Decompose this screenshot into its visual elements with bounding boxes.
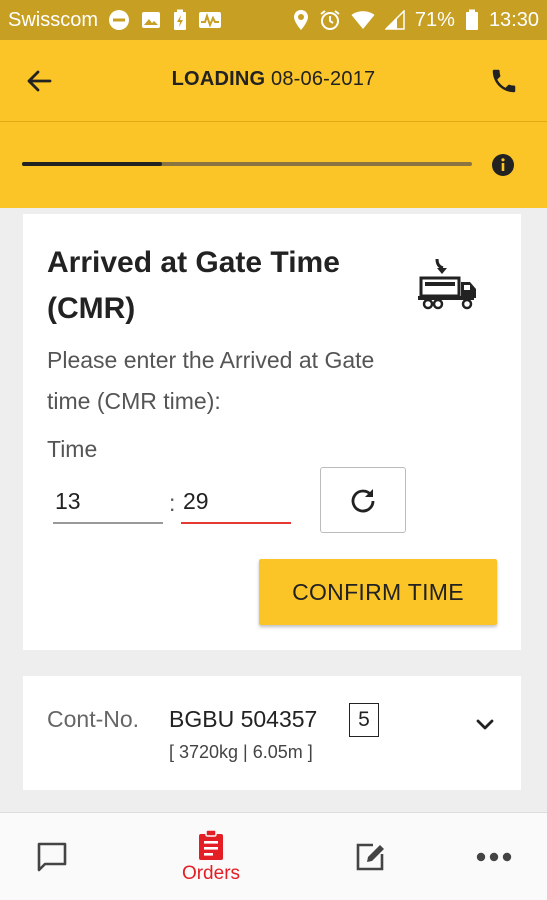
do-not-disturb-icon (108, 9, 130, 31)
carrier-name: Swisscom (8, 8, 99, 31)
expand-button[interactable] (471, 710, 499, 738)
minute-input[interactable]: 29 (181, 484, 291, 524)
signal-icon (384, 10, 405, 30)
container-details: [ 3720kg | 6.05m ] (169, 742, 313, 762)
wifi-icon (351, 10, 375, 30)
image-icon (140, 9, 162, 31)
battery-charging-icon (172, 9, 188, 31)
title-stage: LOADING (171, 68, 266, 90)
container-count-badge: 5 (349, 703, 379, 737)
card-description: Please enter the Arrived at Gate time (C… (47, 347, 375, 414)
nav-messages[interactable] (20, 813, 84, 900)
progress-bar (22, 162, 472, 166)
container-label: Cont-No. (47, 706, 140, 732)
nav-more[interactable] (462, 813, 526, 900)
call-button[interactable] (487, 64, 521, 98)
phone-icon (492, 69, 516, 93)
page-title: LOADING 08-06-2017 (0, 68, 547, 91)
time-separator: : (169, 490, 176, 516)
info-icon (492, 154, 514, 176)
clock: 13:30 (488, 8, 539, 31)
battery-percent: 71% (414, 8, 455, 31)
card-title: Arrived at Gate Time (CMR) (47, 246, 340, 325)
clipboard-icon (199, 829, 223, 860)
container-card[interactable]: Cont-No. BGBU 504357 5 [ 3720kg | 6.05m … (23, 676, 521, 790)
location-icon (293, 9, 309, 31)
status-bar: Swisscom 71% 13:30 (0, 0, 547, 40)
progress-bar-fill (22, 162, 162, 166)
hour-input[interactable]: 13 (53, 484, 163, 524)
refresh-time-button[interactable] (320, 467, 406, 533)
app-bar: LOADING 08-06-2017 (0, 40, 547, 122)
battery-icon (465, 9, 479, 31)
more-horizontal-icon (476, 852, 512, 862)
confirm-time-button[interactable]: CONFIRM TIME (259, 559, 497, 625)
refresh-icon (351, 489, 375, 513)
nav-edit[interactable] (338, 813, 402, 900)
edit-icon (356, 843, 384, 871)
info-button[interactable] (490, 152, 516, 178)
activity-icon (198, 9, 222, 31)
time-label: Time (47, 436, 98, 462)
container-number: BGBU 504357 (169, 706, 318, 732)
alarm-icon (319, 9, 341, 31)
bottom-navigation: Orders (0, 812, 547, 900)
truck-unload-icon (415, 256, 481, 316)
chevron-down-icon (476, 719, 494, 730)
gate-time-card: Arrived at Gate Time (CMR) Please enter … (23, 214, 521, 650)
nav-orders-label: Orders (181, 863, 241, 884)
system-icons: 71% 13:30 (293, 9, 539, 32)
progress-section (0, 122, 547, 208)
nav-orders[interactable]: Orders (166, 813, 256, 900)
notification-icons (108, 9, 222, 31)
chat-icon (37, 842, 67, 872)
title-date: 08-06-2017 (271, 68, 376, 90)
